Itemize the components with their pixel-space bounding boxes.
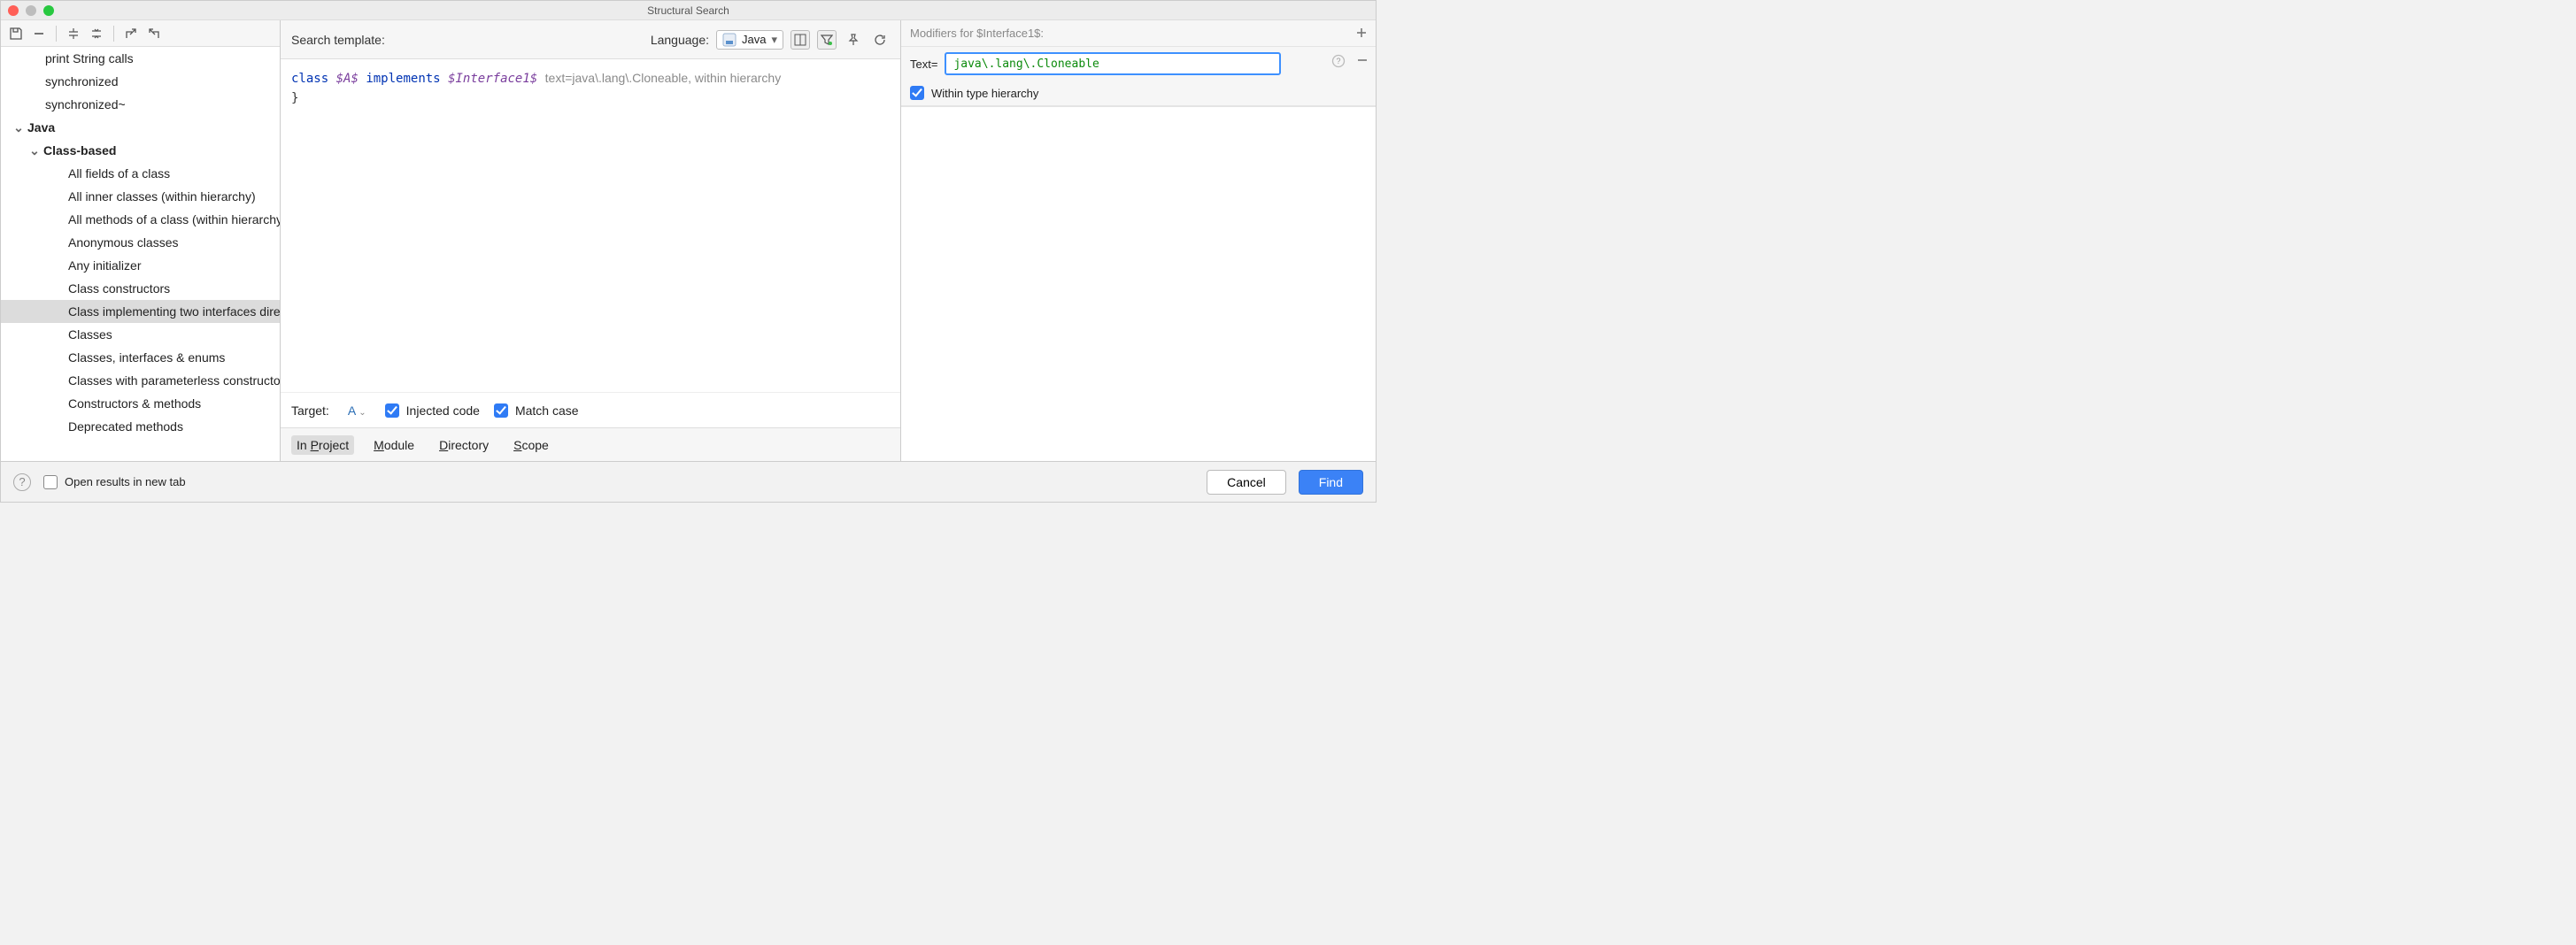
injected-code-input[interactable] xyxy=(385,403,399,418)
separator xyxy=(56,26,57,42)
refresh-icon[interactable] xyxy=(870,30,890,50)
tree-item[interactable]: synchronized~ xyxy=(1,93,280,116)
match-case-input[interactable] xyxy=(494,403,508,418)
language-select[interactable]: Java ▾ xyxy=(716,30,783,50)
main-panel: Search template: Language: Java ▾ class … xyxy=(281,20,901,461)
minimize-icon xyxy=(26,5,36,16)
template-editor[interactable]: class $A$ implements $Interface1$ text=j… xyxy=(281,59,900,392)
pin-icon[interactable] xyxy=(844,30,863,50)
within-hierarchy-input[interactable] xyxy=(910,86,924,100)
template-tree[interactable]: print String calls synchronized synchron… xyxy=(1,47,280,461)
search-template-label: Search template: xyxy=(291,33,385,47)
scope-tab-project[interactable]: In Project xyxy=(291,435,354,455)
window-controls xyxy=(8,5,54,16)
sidebar-toolbar xyxy=(1,20,280,47)
filter-icon[interactable] xyxy=(817,30,837,50)
cancel-button[interactable]: Cancel xyxy=(1207,470,1286,495)
chevron-down-icon: ⌄ xyxy=(12,117,26,138)
tree-item[interactable]: Classes, interfaces & enums xyxy=(1,346,280,369)
tree-item[interactable]: Classes xyxy=(1,323,280,346)
target-select[interactable]: A ⌄ xyxy=(343,402,371,419)
help-icon[interactable]: ? xyxy=(1331,54,1346,71)
toggle-view-icon[interactable] xyxy=(791,30,810,50)
tree-item[interactable]: Constructors & methods xyxy=(1,392,280,415)
language-value: Java xyxy=(742,33,766,46)
chevron-down-icon: ⌄ xyxy=(27,140,42,161)
tree-item[interactable]: All methods of a class (within hierarchy… xyxy=(1,208,280,231)
tree-group-class-based[interactable]: ⌄Class-based xyxy=(1,139,280,162)
close-icon[interactable] xyxy=(8,5,19,16)
titlebar: Structural Search xyxy=(1,1,1376,20)
svg-text:?: ? xyxy=(1336,57,1340,65)
sidebar: print String calls synchronized synchron… xyxy=(1,20,281,461)
content: print String calls synchronized synchron… xyxy=(1,20,1376,461)
java-file-icon xyxy=(722,33,737,47)
match-case-checkbox[interactable]: Match case xyxy=(494,403,579,418)
scope-tab-module[interactable]: Module xyxy=(368,435,420,455)
tree-item[interactable]: Class constructors xyxy=(1,277,280,300)
modifier-text-input[interactable] xyxy=(945,52,1281,75)
dialog-footer: ? Open results in new tab Cancel Find xyxy=(1,461,1376,502)
remove-template-icon[interactable] xyxy=(29,24,49,43)
expand-all-icon[interactable] xyxy=(64,24,83,43)
save-template-icon[interactable] xyxy=(6,24,26,43)
modifier-within-row: Within type hierarchy xyxy=(901,81,1376,106)
options-row: Target: A ⌄ Injected code Match case xyxy=(281,392,900,427)
add-modifier-icon[interactable] xyxy=(1353,24,1370,42)
tree-item[interactable]: Deprecated methods xyxy=(1,415,280,438)
tree-item[interactable]: All fields of a class xyxy=(1,162,280,185)
tree-item-selected[interactable]: Class implementing two interfaces direct… xyxy=(1,300,280,323)
modifier-text-row: Text= ? xyxy=(901,47,1376,81)
tree-group-java[interactable]: ⌄Java xyxy=(1,116,280,139)
help-icon[interactable]: ? xyxy=(13,473,31,491)
find-button[interactable]: Find xyxy=(1299,470,1363,495)
remove-modifier-icon[interactable] xyxy=(1356,54,1369,69)
modifiers-title: Modifiers for $Interface1$: xyxy=(901,20,1376,47)
main-header: Search template: Language: Java ▾ xyxy=(281,20,900,59)
scope-tab-directory[interactable]: Directory xyxy=(434,435,494,455)
window-title: Structural Search xyxy=(1,4,1376,17)
language-label: Language: xyxy=(651,33,709,47)
tree-item[interactable]: Classes with parameterless constructors xyxy=(1,369,280,392)
target-label: Target: xyxy=(291,403,329,418)
text-label: Text= xyxy=(910,58,937,71)
scope-tab-scope[interactable]: Scope xyxy=(508,435,554,455)
scope-tabs: In Project Module Directory Scope xyxy=(281,427,900,461)
modifiers-body xyxy=(901,106,1376,461)
within-hierarchy-checkbox[interactable]: Within type hierarchy xyxy=(910,86,1038,100)
open-new-tab-input[interactable] xyxy=(43,475,58,489)
separator xyxy=(113,26,114,42)
tree-item[interactable]: print String calls xyxy=(1,47,280,70)
modifiers-panel: Modifiers for $Interface1$: Text= ? With… xyxy=(901,20,1376,461)
tree-item[interactable]: All inner classes (within hierarchy) xyxy=(1,185,280,208)
chevron-down-icon: ▾ xyxy=(771,33,777,47)
chevron-down-icon: ⌄ xyxy=(359,408,366,418)
maximize-icon[interactable] xyxy=(43,5,54,16)
injected-code-checkbox[interactable]: Injected code xyxy=(385,403,480,418)
dialog-structural-search: Structural Search print String calls syn… xyxy=(0,0,1377,503)
open-new-tab-checkbox[interactable]: Open results in new tab xyxy=(43,475,186,489)
collapse-all-icon[interactable] xyxy=(87,24,106,43)
tree-item[interactable]: Any initializer xyxy=(1,254,280,277)
export-icon[interactable] xyxy=(121,24,141,43)
import-icon[interactable] xyxy=(144,24,164,43)
tree-item[interactable]: Anonymous classes xyxy=(1,231,280,254)
tree-item[interactable]: synchronized xyxy=(1,70,280,93)
